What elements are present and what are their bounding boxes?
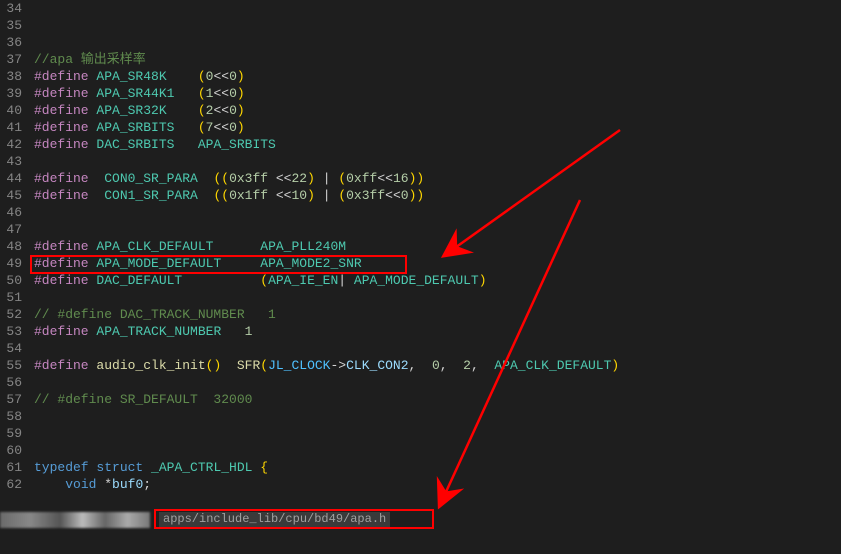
code-area[interactable]: //apa 输出采样率#define APA_SR48K (0<<0)#defi… — [30, 0, 841, 554]
line-number: 53 — [0, 323, 22, 340]
line-number: 51 — [0, 289, 22, 306]
line-number: 59 — [0, 425, 22, 442]
code-line[interactable] — [34, 289, 841, 306]
line-number: 36 — [0, 34, 22, 51]
line-number: 50 — [0, 272, 22, 289]
code-line[interactable]: #define APA_SR48K (0<<0) — [34, 68, 841, 85]
code-line[interactable] — [34, 408, 841, 425]
code-line[interactable] — [34, 153, 841, 170]
code-line[interactable]: typedef struct _APA_CTRL_HDL { — [34, 459, 841, 476]
code-line[interactable]: #define CON1_SR_PARA ((0x1ff <<10) | (0x… — [34, 187, 841, 204]
code-line[interactable] — [34, 0, 841, 17]
line-number: 49 — [0, 255, 22, 272]
line-gutter: 3435363738394041424344454647484950515253… — [0, 0, 30, 554]
code-line[interactable]: #define CON0_SR_PARA ((0x3ff <<22) | (0x… — [34, 170, 841, 187]
code-line[interactable] — [34, 442, 841, 459]
line-number: 46 — [0, 204, 22, 221]
code-line[interactable]: //apa 输出采样率 — [34, 51, 841, 68]
line-number: 54 — [0, 340, 22, 357]
status-blur — [0, 512, 150, 528]
line-number: 37 — [0, 51, 22, 68]
line-number: 43 — [0, 153, 22, 170]
line-number: 47 — [0, 221, 22, 238]
code-line[interactable]: #define DAC_DEFAULT (APA_IE_EN| APA_MODE… — [34, 272, 841, 289]
line-number: 38 — [0, 68, 22, 85]
line-number: 52 — [0, 306, 22, 323]
code-line[interactable] — [34, 221, 841, 238]
line-number: 44 — [0, 170, 22, 187]
code-line[interactable]: #define APA_MODE_DEFAULT APA_MODE2_SNR — [34, 255, 841, 272]
line-number: 39 — [0, 85, 22, 102]
code-line[interactable] — [34, 425, 841, 442]
code-line[interactable]: void *buf0; — [34, 476, 841, 493]
line-number: 41 — [0, 119, 22, 136]
file-path-display: apps/include_lib/cpu/bd49/apa.h — [159, 512, 390, 527]
code-line[interactable]: #define APA_SRBITS (7<<0) — [34, 119, 841, 136]
code-line[interactable]: #define APA_SR44K1 (1<<0) — [34, 85, 841, 102]
line-number: 35 — [0, 17, 22, 34]
code-line[interactable]: // #define SR_DEFAULT 32000 — [34, 391, 841, 408]
line-number: 34 — [0, 0, 22, 17]
code-line[interactable]: #define DAC_SRBITS APA_SRBITS — [34, 136, 841, 153]
line-number: 58 — [0, 408, 22, 425]
line-number: 40 — [0, 102, 22, 119]
code-line[interactable] — [34, 374, 841, 391]
line-number: 62 — [0, 476, 22, 493]
line-number: 56 — [0, 374, 22, 391]
code-line[interactable]: // #define DAC_TRACK_NUMBER 1 — [34, 306, 841, 323]
code-line[interactable]: #define APA_CLK_DEFAULT APA_PLL240M — [34, 238, 841, 255]
line-number: 42 — [0, 136, 22, 153]
code-line[interactable] — [34, 340, 841, 357]
code-editor[interactable]: 3435363738394041424344454647484950515253… — [0, 0, 841, 554]
line-number: 57 — [0, 391, 22, 408]
line-number: 55 — [0, 357, 22, 374]
line-number: 61 — [0, 459, 22, 476]
code-line[interactable]: #define audio_clk_init() SFR(JL_CLOCK->C… — [34, 357, 841, 374]
code-line[interactable] — [34, 34, 841, 51]
code-line[interactable] — [34, 17, 841, 34]
code-line[interactable]: #define APA_SR32K (2<<0) — [34, 102, 841, 119]
line-number: 45 — [0, 187, 22, 204]
line-number: 48 — [0, 238, 22, 255]
code-line[interactable]: #define APA_TRACK_NUMBER 1 — [34, 323, 841, 340]
code-line[interactable] — [34, 204, 841, 221]
line-number: 60 — [0, 442, 22, 459]
